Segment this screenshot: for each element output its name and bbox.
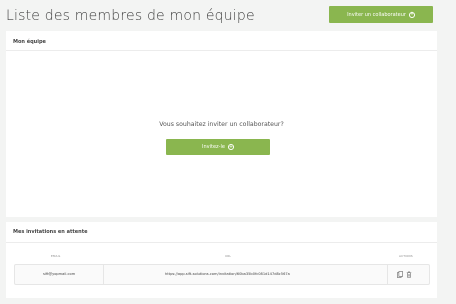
invite-collaborator-button[interactable]: Inviter un collaborateur + bbox=[329, 6, 433, 23]
row-divider bbox=[387, 265, 388, 284]
plus-circle-icon: + bbox=[227, 143, 234, 150]
team-card-title: Mon équipe bbox=[6, 31, 437, 51]
row-divider bbox=[103, 265, 104, 284]
invitation-url[interactable]: https://app.sift-solutions.com/invitatio… bbox=[165, 272, 290, 276]
column-header-email: EMAIL bbox=[51, 254, 61, 258]
team-card: Mon équipe Vous souhaitez inviter un col… bbox=[6, 31, 437, 217]
trash-icon[interactable] bbox=[406, 271, 412, 278]
table-header: EMAIL URL ACTIONS bbox=[6, 254, 437, 262]
copy-icon[interactable] bbox=[397, 271, 403, 278]
column-header-actions: ACTIONS bbox=[399, 254, 413, 258]
pending-invitations-title: Mes invitations en attente bbox=[6, 222, 437, 243]
invite-member-label: Invitez-le bbox=[202, 144, 225, 150]
invite-question-text: Vous souhaitez inviter un collaborateur? bbox=[159, 121, 284, 128]
invite-collaborator-label: Inviter un collaborateur bbox=[347, 11, 406, 18]
pending-invitations-card: Mes invitations en attente EMAIL URL ACT… bbox=[6, 222, 437, 298]
invitation-email: sift@yopmail.com bbox=[43, 272, 76, 276]
invite-member-button[interactable]: Invitez-le + bbox=[166, 139, 270, 155]
page-title: Liste des membres de mon équipe bbox=[6, 8, 255, 24]
plus-circle-icon: + bbox=[408, 11, 415, 18]
table-row: sift@yopmail.com https://app.sift-soluti… bbox=[14, 264, 430, 285]
column-header-url: URL bbox=[225, 254, 232, 258]
